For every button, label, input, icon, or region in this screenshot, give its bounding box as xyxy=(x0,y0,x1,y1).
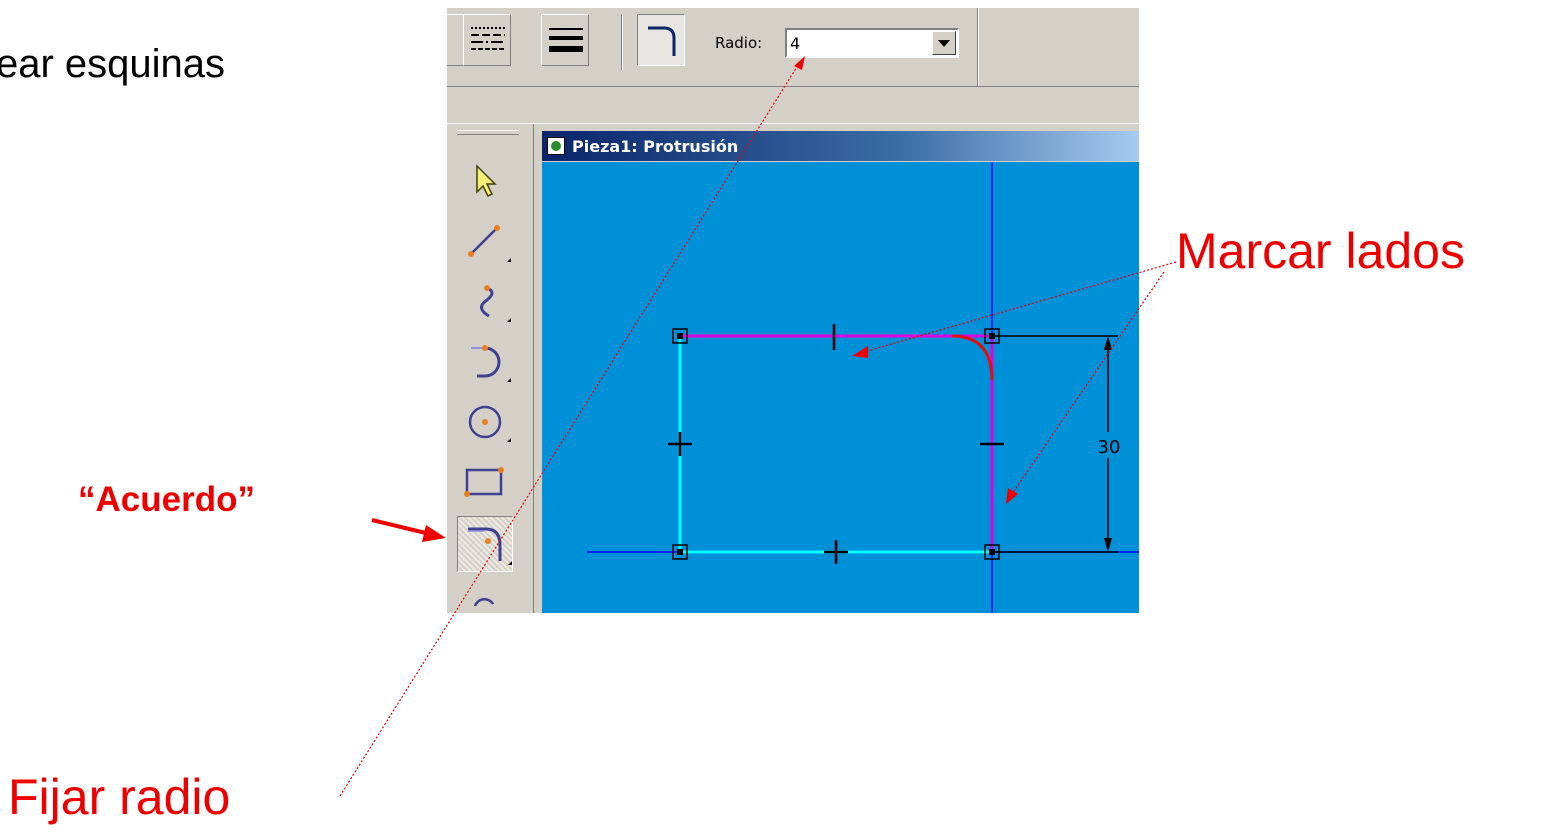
rectangle-tool-button[interactable] xyxy=(457,454,513,510)
curve-icon xyxy=(480,285,511,322)
toolbar-separator xyxy=(621,14,623,70)
radio-dropdown-button[interactable] xyxy=(932,31,956,55)
chevron-down-icon xyxy=(938,40,950,47)
fillet-icon xyxy=(648,26,676,56)
toolbar-separator xyxy=(977,8,979,86)
sketch-drawing: 30 xyxy=(587,162,1139,613)
toolbar-band xyxy=(447,87,1139,124)
arc-tool-button[interactable] xyxy=(457,334,513,390)
vertex-markers xyxy=(672,328,1000,560)
sketch-canvas[interactable]: 30 xyxy=(542,162,1139,613)
document-title: Pieza1: Protrusión xyxy=(572,137,739,156)
document-icon xyxy=(547,137,565,155)
partial-tool-button[interactable] xyxy=(457,576,513,613)
acuerdo-arrow-line xyxy=(371,518,431,536)
radio-label: Radio: xyxy=(715,34,763,52)
arc-icon xyxy=(471,345,511,382)
partial-icon xyxy=(473,597,495,607)
document-titlebar[interactable]: Pieza1: Protrusión xyxy=(542,131,1139,161)
dimension-arrow-bottom xyxy=(1104,538,1112,552)
fillet-icon xyxy=(468,527,512,565)
midpoint-markers xyxy=(668,324,1004,564)
draw-toolbar xyxy=(447,124,534,613)
slide-title: ear esquinas xyxy=(0,42,226,86)
cad-screenshot: Radio: 4 Pieza1: Protrusión 30 xyxy=(447,8,1139,613)
line-icon xyxy=(468,225,511,262)
line-weight-icon xyxy=(549,28,583,52)
ribbon-toolbar: Radio: xyxy=(447,8,1139,87)
radio-input[interactable] xyxy=(790,32,920,54)
rectangle-icon xyxy=(464,467,504,497)
select-tool-button[interactable] xyxy=(457,154,513,210)
document-window: Pieza1: Protrusión 30 xyxy=(535,126,1139,613)
radio-combobox[interactable] xyxy=(785,28,959,58)
annotation-acuerdo: “Acuerdo” xyxy=(78,480,255,519)
toolbar-grip[interactable] xyxy=(457,130,519,135)
circle-icon xyxy=(468,405,511,442)
curve-tool-button[interactable] xyxy=(457,274,513,330)
fillet-tool-button[interactable] xyxy=(457,516,513,572)
dashed-line-style-button[interactable] xyxy=(463,14,511,66)
annotation-fijar-radio: Fijar radio xyxy=(8,769,231,825)
acuerdo-arrowhead xyxy=(422,525,446,542)
line-weight-button[interactable] xyxy=(541,14,589,66)
annotation-marcar-lados: Marcar lados xyxy=(1176,223,1465,279)
vertex-dots xyxy=(677,333,995,555)
dimension-arrow-top xyxy=(1104,336,1112,350)
dashed-line-icon xyxy=(471,27,505,50)
dimension-label: 30 xyxy=(1098,437,1121,458)
arrow-pointer-icon xyxy=(476,164,497,198)
fillet-option-button[interactable] xyxy=(637,14,685,66)
line-tool-button[interactable] xyxy=(457,214,513,270)
circle-tool-button[interactable] xyxy=(457,394,513,450)
